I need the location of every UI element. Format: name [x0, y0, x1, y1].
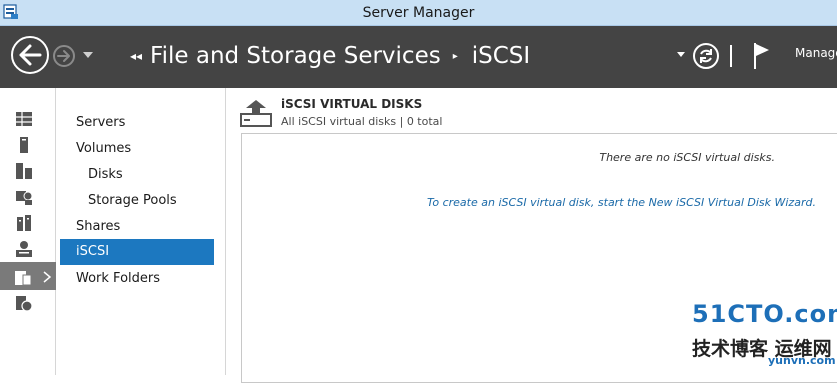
watermark-line3: yunvn.com	[768, 354, 836, 367]
history-dropdown-icon[interactable]	[82, 51, 94, 59]
back-button[interactable]	[11, 36, 49, 74]
storage-role-icon[interactable]	[14, 240, 34, 258]
breadcrumb-item-iscsi[interactable]: iSCSI	[472, 43, 530, 69]
file-server-icon[interactable]	[14, 214, 34, 232]
refresh-dropdown-icon[interactable]	[676, 51, 686, 58]
arrow-right-icon	[57, 50, 70, 62]
breadcrumb-separator-icon: ▸	[452, 50, 458, 62]
all-servers-icon[interactable]	[14, 162, 34, 180]
nav-item-servers[interactable]: Servers	[60, 110, 214, 136]
watermark-line1: 51CTO.com	[692, 300, 837, 328]
watermark: 51CTO.com 技术博客 运维网 yunvn.com	[690, 300, 837, 372]
manage-menu[interactable]: Manage	[795, 46, 837, 60]
new-virtual-disk-wizard-link[interactable]: To create an iSCSI virtual disk, start t…	[427, 196, 816, 209]
section-title: iSCSI VIRTUAL DISKS	[281, 97, 423, 111]
notifications-flag-icon[interactable]	[752, 41, 772, 71]
title-bar: Server Manager	[0, 0, 837, 26]
ad-ds-icon[interactable]	[14, 188, 34, 206]
breadcrumb: ◂◂ File and Storage Services ▸ iSCSI	[130, 40, 530, 72]
forward-button[interactable]	[53, 45, 75, 67]
refresh-button[interactable]	[693, 43, 719, 69]
header-bar: ◂◂ File and Storage Services ▸ iSCSI Man…	[0, 26, 837, 88]
window-title: Server Manager	[362, 5, 475, 21]
nav-item-iscsi[interactable]: iSCSI	[60, 239, 214, 265]
refresh-icon	[700, 49, 712, 63]
empty-message: There are no iSCSI virtual disks.	[599, 151, 775, 164]
section-subtitle: All iSCSI virtual disks | 0 total	[281, 115, 443, 128]
nav-panel: Servers Volumes Disks Storage Pools Shar…	[56, 88, 226, 375]
nav-item-storage-pools[interactable]: Storage Pools	[60, 188, 214, 214]
breadcrumb-item-file-storage[interactable]: File and Storage Services	[150, 43, 441, 69]
nav-item-disks[interactable]: Disks	[60, 162, 214, 188]
iis-icon[interactable]	[14, 294, 34, 312]
header-divider	[730, 45, 732, 67]
icon-strip	[0, 88, 56, 375]
nav-item-shares[interactable]: Shares	[60, 214, 214, 240]
chevron-right-icon[interactable]	[43, 271, 51, 283]
dashboard-icon[interactable]	[14, 110, 34, 128]
arrow-left-icon	[19, 44, 42, 66]
local-server-icon[interactable]	[14, 136, 34, 154]
iscsi-disk-icon	[240, 100, 272, 127]
nav-item-volumes[interactable]: Volumes	[60, 136, 214, 162]
nav-item-work-folders[interactable]: Work Folders	[60, 266, 214, 292]
file-storage-services-icon[interactable]	[14, 268, 34, 286]
breadcrumb-chevron-icon: ◂◂	[130, 49, 143, 63]
